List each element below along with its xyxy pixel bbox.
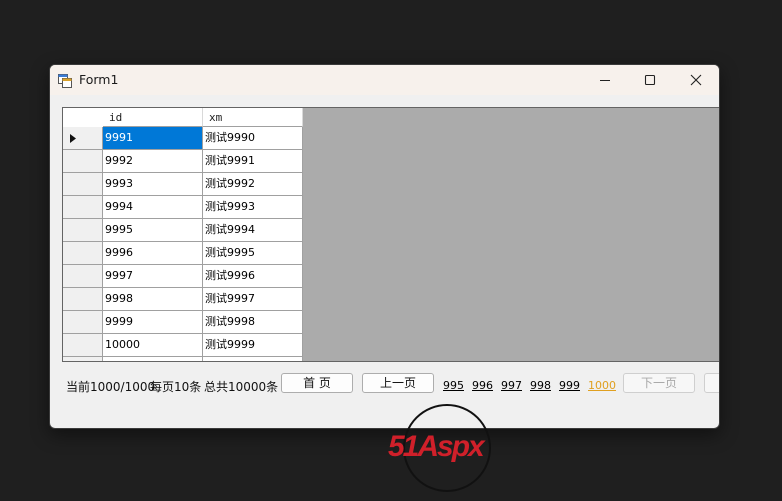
cell-id[interactable]: 9998	[103, 288, 203, 311]
row-header[interactable]	[63, 311, 103, 334]
total-count-info: 总共10000条	[204, 380, 279, 394]
cell-id[interactable]: 9992	[103, 150, 203, 173]
page-link-997[interactable]: 997	[501, 379, 522, 392]
row-header[interactable]	[63, 127, 103, 150]
current-page-info: 当前1000/1000	[66, 380, 156, 394]
grid-corner-header[interactable]	[63, 108, 104, 128]
close-icon	[690, 74, 702, 86]
row-header[interactable]	[63, 219, 103, 242]
cell-xm[interactable]: 测试9999	[203, 334, 303, 357]
row-header[interactable]	[63, 173, 103, 196]
cell-id[interactable]: 9994	[103, 196, 203, 219]
cell-xm[interactable]: 测试9997	[203, 288, 303, 311]
row-header[interactable]	[63, 334, 103, 357]
title-bar[interactable]: Form1	[50, 65, 719, 95]
minimize-button[interactable]	[582, 65, 628, 95]
cell-xm[interactable]: 测试9994	[203, 219, 303, 242]
window-title: Form1	[79, 72, 119, 87]
cell-id[interactable]: 9995	[103, 219, 203, 242]
cell-xm[interactable]: 测试9992	[203, 173, 303, 196]
row-header[interactable]	[63, 357, 103, 361]
watermark-logo: 51Aspx	[386, 402, 514, 497]
cell-id[interactable]: 9991	[103, 127, 203, 150]
cell-id[interactable]: 9996	[103, 242, 203, 265]
row-header[interactable]	[63, 242, 103, 265]
row-header[interactable]	[63, 150, 103, 173]
cell-xm[interactable]: 测试9996	[203, 265, 303, 288]
prev-page-button[interactable]: 上一页	[362, 373, 434, 393]
cell-id[interactable]: 10000	[103, 334, 203, 357]
row-header[interactable]	[63, 196, 103, 219]
minimize-icon	[599, 74, 611, 86]
pager-bar: 当前1000/1000 每页10条 总共10000条 首 页 上一页 995 9…	[50, 373, 719, 397]
cell-xm[interactable]: 测试9990	[203, 127, 303, 150]
page-link-1000-current[interactable]: 1000	[588, 379, 616, 392]
cell-id[interactable]	[103, 357, 203, 361]
page-link-996[interactable]: 996	[472, 379, 493, 392]
page-link-998[interactable]: 998	[530, 379, 551, 392]
page-link-995[interactable]: 995	[443, 379, 464, 392]
maximize-icon	[644, 74, 656, 86]
cell-xm[interactable]: 测试9998	[203, 311, 303, 334]
per-page-info: 每页10条	[150, 380, 202, 394]
cell-xm[interactable]	[203, 357, 303, 361]
last-page-button-clipped[interactable]	[704, 373, 719, 393]
column-header-id[interactable]: id	[103, 108, 203, 127]
close-button[interactable]	[673, 65, 719, 95]
cell-id[interactable]: 9997	[103, 265, 203, 288]
page-link-999[interactable]: 999	[559, 379, 580, 392]
cell-xm[interactable]: 测试9991	[203, 150, 303, 173]
column-header-xm[interactable]: xm	[203, 108, 303, 127]
row-pointer-icon	[70, 134, 76, 143]
cell-id[interactable]: 9993	[103, 173, 203, 196]
data-grid[interactable]: id xm 9991 测试9990 9992 测试9991 9993 测试999…	[62, 107, 719, 362]
maximize-button[interactable]	[627, 65, 673, 95]
form-app-icon	[58, 73, 72, 88]
next-page-button[interactable]: 下一页	[623, 373, 695, 393]
cell-xm[interactable]: 测试9993	[203, 196, 303, 219]
row-header[interactable]	[63, 265, 103, 288]
row-header[interactable]	[63, 288, 103, 311]
cell-xm[interactable]: 测试9995	[203, 242, 303, 265]
watermark-text: 51Aspx	[388, 430, 486, 463]
cell-id[interactable]: 9999	[103, 311, 203, 334]
form1-window: Form1 id xm 9991 测试9990 9992 测试9991 9993…	[49, 64, 720, 429]
first-page-button[interactable]: 首 页	[281, 373, 353, 393]
